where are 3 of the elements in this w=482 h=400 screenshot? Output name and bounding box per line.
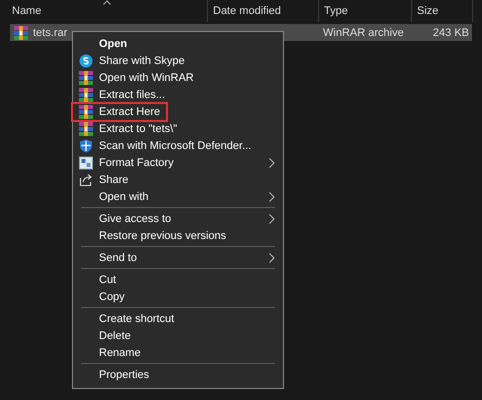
file-name: tets.rar xyxy=(33,26,68,38)
file-type: WinRAR archive xyxy=(323,26,404,38)
file-size: 243 KB xyxy=(432,26,469,38)
